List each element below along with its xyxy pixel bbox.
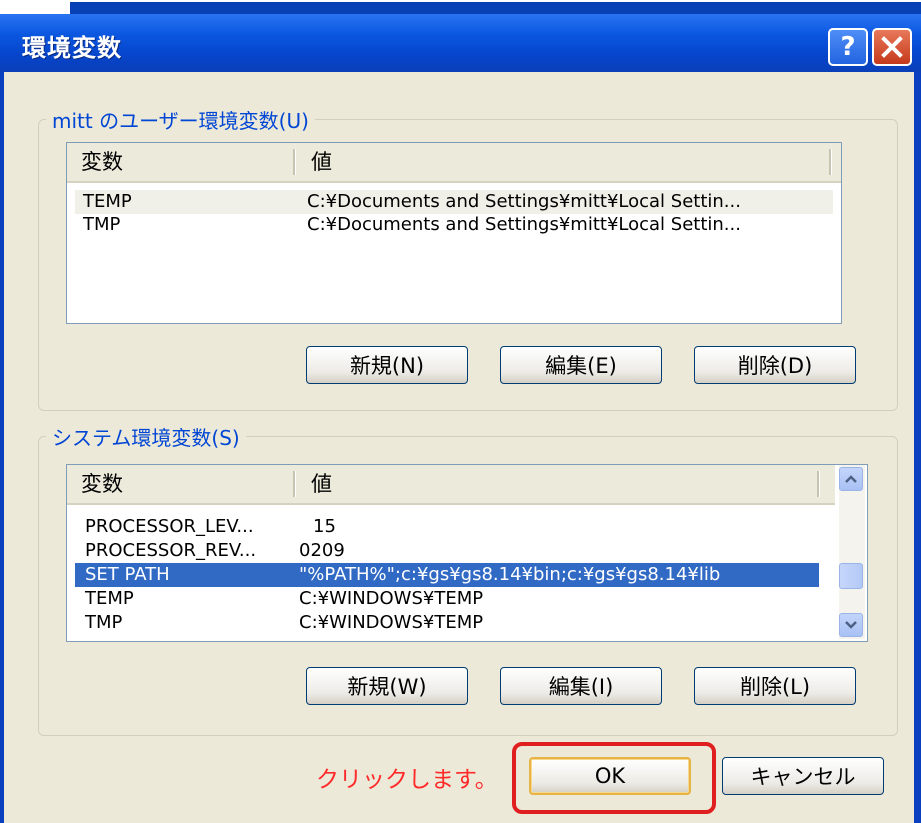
chevron-up-icon: [845, 475, 857, 483]
variable-name: PROCESSOR_LEV...: [85, 516, 254, 537]
system-new-button[interactable]: 新規(W): [306, 667, 468, 705]
variable-value: 0209: [299, 540, 345, 561]
system-edit-button[interactable]: 編集(I): [500, 667, 662, 705]
variable-value: 15: [313, 516, 336, 537]
cancel-button[interactable]: キャンセル: [722, 757, 884, 795]
variable-name: TEMP: [83, 191, 132, 212]
question-icon: ?: [840, 32, 856, 62]
environment-variables-dialog: 環境変数 ? mitt のユーザー環境変数(U) 変数 値 TEMP C:¥Do…: [0, 0, 921, 823]
ok-button[interactable]: OK: [529, 757, 691, 795]
system-variables-label: システム環境変数(S): [46, 422, 246, 451]
variable-value: C:¥WINDOWS¥TEMP: [299, 588, 484, 609]
list-header: 変数 値: [67, 143, 841, 183]
user-variables-list[interactable]: 変数 値 TEMP C:¥Documents and Settings¥mitt…: [66, 142, 842, 324]
vertical-scrollbar[interactable]: [839, 465, 865, 639]
variable-name: PROCESSOR_REV...: [85, 540, 257, 561]
user-delete-button[interactable]: 削除(D): [694, 346, 856, 384]
column-header-value[interactable]: 値: [297, 143, 827, 181]
variable-value: C:¥WINDOWS¥TEMP: [299, 612, 484, 633]
system-variables-list[interactable]: 変数 値 PROCESSOR_LEV... 15 PROCESSOR_REV..…: [66, 464, 868, 642]
title-bar[interactable]: 環境変数 ?: [0, 14, 921, 72]
chevron-down-icon: [845, 621, 857, 629]
scrollbar-thumb[interactable]: [839, 563, 863, 589]
click-annotation-text: クリックします。: [316, 767, 498, 793]
variable-name: SET PATH: [85, 564, 170, 585]
list-item[interactable]: TMP C:¥Documents and Settings¥mitt¥Local…: [75, 213, 833, 237]
list-item-selected[interactable]: SET PATH "%PATH%";c:¥gs¥gs8.14¥bin;c:¥gs…: [75, 563, 819, 587]
variable-value: C:¥Documents and Settings¥mitt¥Local Set…: [307, 214, 741, 235]
column-header-value[interactable]: 値: [297, 465, 817, 503]
list-item[interactable]: TEMP C:¥Documents and Settings¥mitt¥Loca…: [75, 190, 833, 214]
column-header-variable[interactable]: 変数: [67, 465, 295, 503]
window-title: 環境変数: [22, 34, 122, 62]
variable-value: C:¥Documents and Settings¥mitt¥Local Set…: [307, 191, 741, 212]
column-header-variable[interactable]: 変数: [67, 143, 295, 181]
list-item[interactable]: TEMP C:¥WINDOWS¥TEMP: [75, 587, 827, 611]
scroll-up-button[interactable]: [839, 467, 863, 491]
list-item[interactable]: TMP C:¥WINDOWS¥TEMP: [75, 611, 827, 635]
close-icon: [881, 36, 903, 58]
variable-name: TMP: [83, 214, 121, 235]
variable-name: TMP: [85, 612, 123, 633]
user-new-button[interactable]: 新規(N): [306, 346, 468, 384]
list-item[interactable]: PROCESSOR_REV... 0209: [75, 539, 827, 563]
user-edit-button[interactable]: 編集(E): [500, 346, 662, 384]
system-delete-button[interactable]: 削除(L): [694, 667, 856, 705]
list-item[interactable]: PROCESSOR_LEV... 15: [75, 515, 827, 539]
parent-window-edge: [0, 0, 921, 14]
list-header: 変数 値: [67, 465, 835, 505]
variable-value: "%PATH%";c:¥gs¥gs8.14¥bin;c:¥gs¥gs8.14¥l…: [299, 564, 721, 585]
user-variables-label: mitt のユーザー環境変数(U): [46, 105, 315, 134]
close-button[interactable]: [872, 28, 912, 66]
variable-name: TEMP: [85, 588, 134, 609]
dialog-body: mitt のユーザー環境変数(U) 変数 値 TEMP C:¥Documents…: [4, 72, 914, 823]
help-button[interactable]: ?: [828, 28, 868, 66]
scroll-down-button[interactable]: [839, 613, 863, 637]
